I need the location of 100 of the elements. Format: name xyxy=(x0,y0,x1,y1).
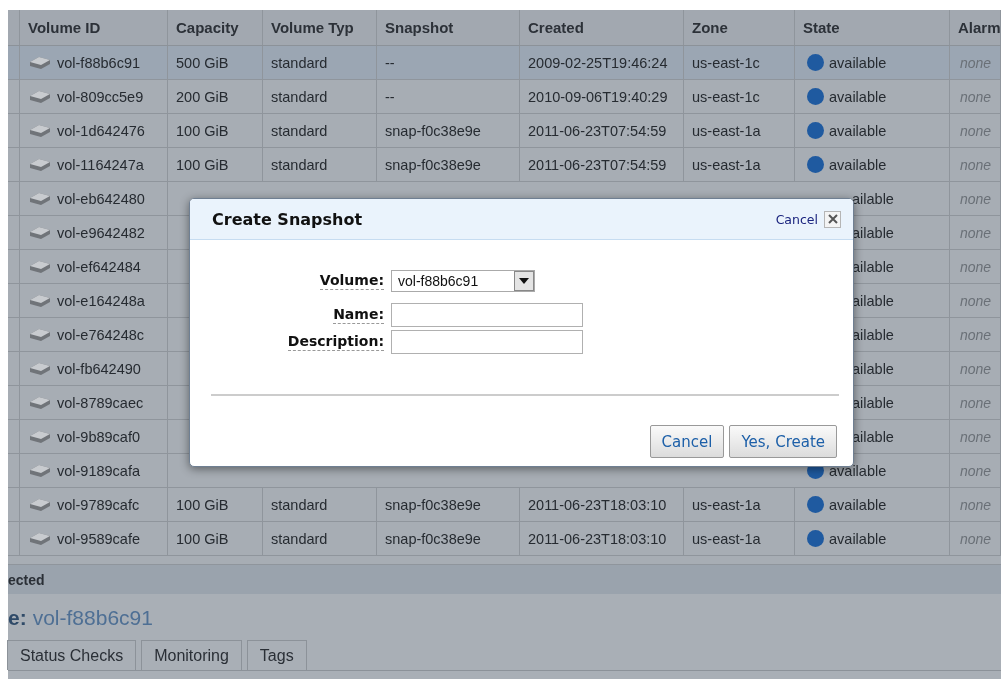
volume-type: standard xyxy=(271,530,328,547)
alarm: none xyxy=(960,462,992,479)
state: ailable xyxy=(852,292,894,309)
table-row[interactable]: vol-9789cafc 100 GiB standard snap-f0c38e9e 2011-06-23T18:03:10 us-east-1a available none xyxy=(8,488,1001,522)
state: available xyxy=(829,462,887,479)
volume-id: vol-8789caec xyxy=(57,394,144,411)
alarm: none xyxy=(960,428,992,445)
alarm: none xyxy=(960,258,992,275)
column-header[interactable]: Snapshot xyxy=(377,10,520,45)
volume-id: vol-9189cafa xyxy=(57,462,141,479)
capacity: 100 GiB xyxy=(176,122,229,139)
alarm: none xyxy=(960,54,992,71)
created-date: 2011-06-23T07:54:59 xyxy=(528,156,667,173)
volume-type: standard xyxy=(271,54,328,71)
volume-id: vol-9589cafe xyxy=(57,530,141,547)
status-dot xyxy=(807,156,824,173)
column-header[interactable]: Zone xyxy=(684,10,795,45)
state: available xyxy=(829,156,887,173)
text-field[interactable] xyxy=(391,303,583,327)
status-dot xyxy=(807,88,824,105)
table-row[interactable]: vol-f88b6c91 500 GiB standard -- 2009-02-25T19:46:24 us-east-1c available none xyxy=(8,46,1001,80)
volume-type: standard xyxy=(271,156,328,173)
close-icon xyxy=(827,214,838,224)
volume-id: vol-f88b6c91 xyxy=(57,54,141,71)
volume-id: vol-809cc5e9 xyxy=(57,88,144,105)
cancel-link[interactable]: Cancel xyxy=(775,211,818,227)
alarm: none xyxy=(960,122,992,139)
snapshot: -- xyxy=(385,54,395,71)
zone: us-east-1a xyxy=(692,496,761,513)
text-field[interactable] xyxy=(391,330,583,354)
alarm: none xyxy=(960,360,992,377)
snapshot: -- xyxy=(385,88,395,105)
table-row[interactable]: vol-1d642476 100 GiB standard snap-f0c38e9e 2011-06-23T07:54:59 us-east-1a available none xyxy=(8,114,1001,148)
volume-id: vol-e764248c xyxy=(57,326,145,343)
dialog-button[interactable]: Yes, Create xyxy=(729,425,837,458)
status-dot xyxy=(807,54,824,71)
created-date: 2009-02-25T19:46:24 xyxy=(528,54,668,71)
tab[interactable]: Status Checks xyxy=(7,640,137,670)
table-row[interactable]: vol-9589cafe 100 GiB standard snap-f0c38e9e 2011-06-23T18:03:10 us-east-1a available none xyxy=(8,522,1001,556)
column-header[interactable]: State xyxy=(795,10,950,45)
state: available xyxy=(829,88,887,105)
capacity: 200 GiB xyxy=(176,88,229,105)
state: ailable xyxy=(852,428,894,445)
alarm: none xyxy=(960,190,992,207)
volume-id: vol-1d642476 xyxy=(57,122,145,139)
status-dot xyxy=(807,122,824,139)
tab[interactable]: Monitoring xyxy=(141,640,242,670)
state: available xyxy=(829,54,887,71)
alarm: none xyxy=(960,156,992,173)
state: available xyxy=(829,496,887,513)
status-dot xyxy=(807,496,824,513)
alarm: none xyxy=(960,496,992,513)
zone: us-east-1a xyxy=(692,156,761,173)
column-header[interactable]: Capacity xyxy=(168,10,263,45)
volume-type: standard xyxy=(271,496,328,513)
volume-type: standard xyxy=(271,88,328,105)
capacity: 500 GiB xyxy=(176,54,229,71)
status-dot xyxy=(807,530,824,547)
dialog-button[interactable]: Cancel xyxy=(649,425,725,458)
state: available xyxy=(829,530,887,547)
volume-id: vol-ef642484 xyxy=(57,258,141,275)
capacity: 100 GiB xyxy=(176,156,229,173)
tab[interactable]: Tags xyxy=(246,640,307,670)
alarm: none xyxy=(960,326,992,343)
state: ailable xyxy=(852,394,894,411)
table-row[interactable]: vol-809cc5e9 200 GiB standard -- 2010-09-06T19:40:29 us-east-1c available none xyxy=(8,80,1001,114)
field-label: Name: xyxy=(333,306,384,324)
close-button[interactable] xyxy=(824,210,841,228)
snapshot: snap-f0c38e9e xyxy=(385,156,481,173)
zone: us-east-1c xyxy=(692,54,760,71)
volume-select[interactable]: vol-f88b6c91 xyxy=(391,270,535,292)
snapshot: snap-f0c38e9e xyxy=(385,122,481,139)
column-header[interactable]: Alarm xyxy=(950,10,1001,45)
alarm: none xyxy=(960,88,992,105)
state: ailable xyxy=(852,360,894,377)
state: ailable xyxy=(852,224,894,241)
alarm: none xyxy=(960,394,992,411)
state: ailable xyxy=(852,258,894,275)
volume-id: vol-9789cafc xyxy=(57,496,140,513)
detail-label: e: xyxy=(8,606,27,630)
column-header[interactable]: Created xyxy=(520,10,684,45)
volume-id: vol-1164247a xyxy=(57,156,144,173)
snapshot: snap-f0c38e9e xyxy=(385,530,481,547)
capacity: 100 GiB xyxy=(176,530,229,547)
volume-id: vol-e9642482 xyxy=(57,224,145,241)
table-row[interactable]: vol-1164247a 100 GiB standard snap-f0c38e9e 2011-06-23T07:54:59 us-east-1a available none xyxy=(8,148,1001,182)
created-date: 2010-09-06T19:40:29 xyxy=(528,88,668,105)
column-header[interactable]: Volume ID xyxy=(20,10,168,45)
field-label: Description: xyxy=(287,333,384,351)
detail-volume: vol-f88b6c91 xyxy=(32,606,153,630)
volume-id: vol-eb642480 xyxy=(57,190,145,207)
alarm: none xyxy=(960,224,992,241)
dialog-title: Create Snapshot xyxy=(212,209,363,229)
capacity: 100 GiB xyxy=(176,496,229,513)
column-header[interactable]: Volume Typ xyxy=(263,10,377,45)
volume-id: vol-fb642490 xyxy=(57,360,141,377)
snapshot: snap-f0c38e9e xyxy=(385,496,481,513)
state: ailable xyxy=(852,190,894,207)
created-date: 2011-06-23T18:03:10 xyxy=(528,496,667,513)
alarm: none xyxy=(960,530,992,547)
